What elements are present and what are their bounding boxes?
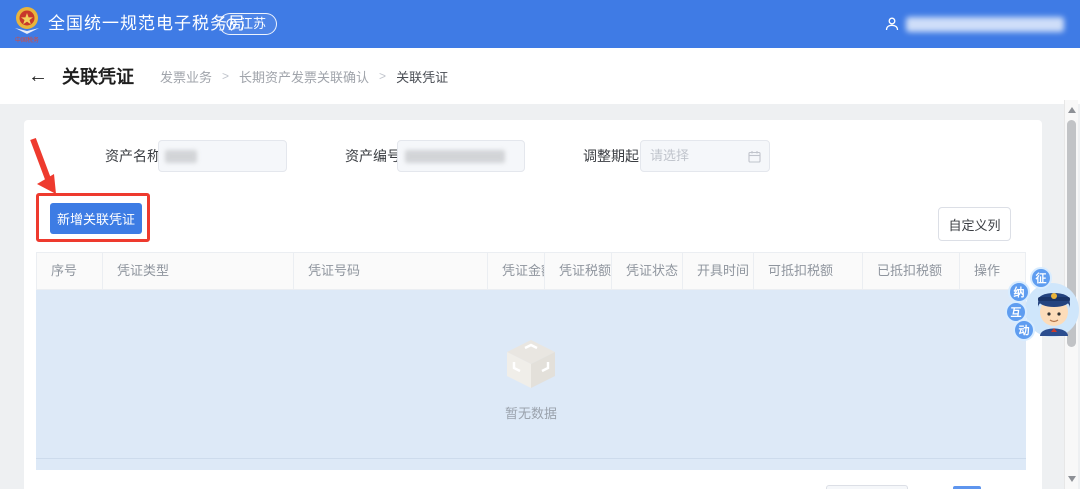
- username-redacted: [906, 16, 1064, 32]
- table-empty-body: 暂无数据: [36, 290, 1026, 470]
- region-label: 江苏: [240, 16, 267, 31]
- customize-columns-button[interactable]: 自定义列: [938, 207, 1011, 241]
- breadcrumb-current: 关联凭证: [396, 69, 449, 85]
- content-card: 资产名称 资产编号 调整期起 请选择 新增关联凭证 自定义列 序号 凭证类型 凭…: [24, 120, 1042, 489]
- breadcrumb-separator: >: [222, 69, 230, 83]
- app-window: 中国税务 全国统一规范电子税务局 江苏 ← 关联凭证 发票业务 > 长期资产发票…: [0, 0, 1080, 489]
- breadcrumb-band: ← 关联凭证 发票业务 > 长期资产发票关联确认 > 关联凭证: [0, 48, 1080, 104]
- asset-code-input[interactable]: [397, 140, 525, 172]
- back-arrow-icon[interactable]: ←: [28, 65, 48, 88]
- empty-box-icon: [507, 340, 555, 388]
- asset-name-value-redacted: [165, 150, 197, 163]
- svg-text:互: 互: [1011, 306, 1022, 319]
- date-placeholder: 请选择: [650, 148, 690, 163]
- empty-state-text: 暂无数据: [504, 406, 557, 421]
- column-header: 凭证税额: [545, 253, 612, 289]
- asset-code-value-redacted: [405, 150, 505, 163]
- column-header: 可抵扣税额: [754, 253, 863, 289]
- breadcrumb-item[interactable]: 长期资产发票关联确认: [239, 67, 369, 86]
- column-header: 凭证金额: [488, 253, 545, 289]
- add-related-voucher-button[interactable]: 新增关联凭证: [50, 203, 142, 234]
- user-account-area[interactable]: [884, 0, 1064, 48]
- column-header: 序号: [37, 253, 103, 289]
- table-bottom-divider: [36, 458, 1026, 459]
- china-tax-emblem-logo: 中国税务: [15, 7, 39, 44]
- column-header: 凭证状态: [612, 253, 683, 289]
- column-header: 凭证号码: [294, 253, 488, 289]
- asset-code-label: 资产编号: [345, 148, 401, 164]
- adjust-period-label: 调整期起: [583, 148, 639, 164]
- column-header: 凭证类型: [103, 253, 294, 289]
- asset-name-input[interactable]: [158, 140, 287, 172]
- location-pin-icon: [226, 17, 237, 31]
- column-header: 开具时间: [683, 253, 754, 289]
- scroll-up-arrow-icon[interactable]: [1068, 107, 1076, 113]
- svg-text:纳: 纳: [1014, 285, 1025, 299]
- adjust-period-date-input[interactable]: 请选择: [640, 140, 770, 172]
- page-title: 关联凭证: [62, 67, 134, 87]
- region-badge[interactable]: 江苏: [219, 13, 278, 35]
- page-size-select-clipped[interactable]: [826, 485, 908, 489]
- svg-text:征: 征: [1036, 271, 1047, 285]
- column-header: 已抵扣税额: [863, 253, 960, 289]
- breadcrumb: 发票业务 > 长期资产发票关联确认 > 关联凭证: [160, 67, 448, 86]
- breadcrumb-separator: >: [379, 69, 387, 83]
- user-icon: [885, 17, 899, 31]
- breadcrumb-item[interactable]: 发票业务: [160, 67, 212, 86]
- svg-text:动: 动: [1019, 323, 1030, 337]
- top-header-bar: 中国税务 全国统一规范电子税务局 江苏: [0, 0, 1080, 48]
- calendar-icon: [748, 151, 761, 163]
- app-title: 全国统一规范电子税务局: [48, 14, 246, 33]
- asset-name-label: 资产名称: [105, 148, 161, 164]
- table-header-row: 序号 凭证类型 凭证号码 凭证金额 凭证税额 凭证状态 开具时间 可抵扣税额 已…: [36, 252, 1026, 290]
- scroll-down-arrow-icon[interactable]: [1068, 476, 1076, 482]
- svg-text:中国税务: 中国税务: [15, 36, 39, 44]
- tax-assistant-widget[interactable]: 征 纳 互 动: [1002, 266, 1080, 350]
